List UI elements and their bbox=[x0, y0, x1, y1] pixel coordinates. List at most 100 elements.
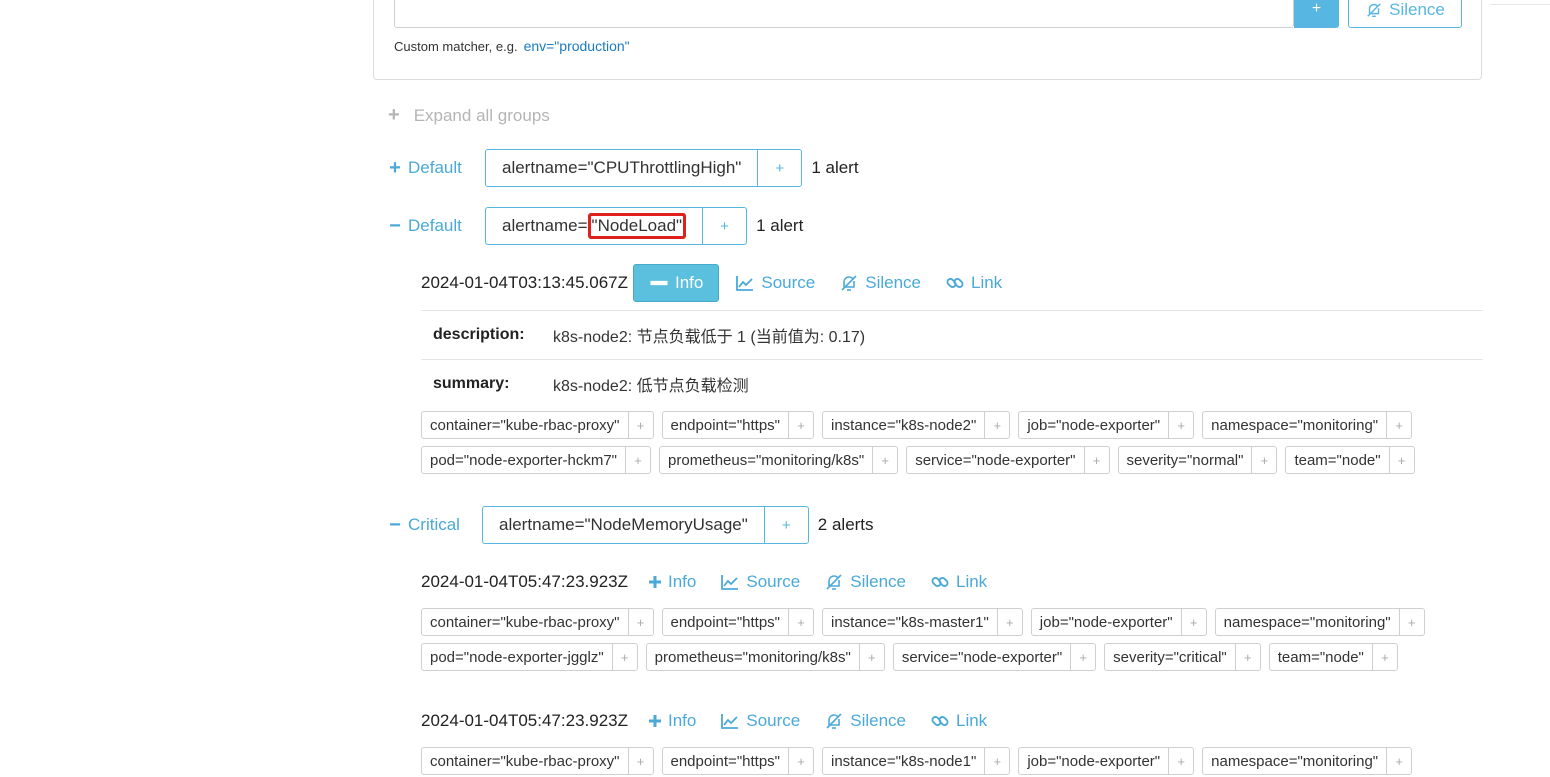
group-label: alertname="CPUThrottlingHigh" + bbox=[485, 149, 803, 187]
label-chip-text[interactable]: instance="k8s-node1" bbox=[823, 748, 984, 774]
label-chip-add-button[interactable]: + bbox=[984, 412, 1009, 438]
label-chip-add-button[interactable]: + bbox=[1398, 609, 1424, 635]
label-chip-text[interactable]: service="node-exporter" bbox=[907, 447, 1083, 473]
label-chip: pod="node-exporter-hckm7" + bbox=[421, 446, 652, 474]
group-label-add-button[interactable]: + bbox=[702, 208, 746, 244]
label-chip-text[interactable]: instance="k8s-master1" bbox=[823, 609, 997, 635]
label-chip-text[interactable]: job="node-exporter" bbox=[1032, 609, 1181, 635]
info-label: Info bbox=[668, 711, 697, 730]
label-chip-text[interactable]: prometheus="monitoring/k8s" bbox=[660, 447, 872, 473]
label-chip-add-button[interactable]: + bbox=[984, 748, 1009, 774]
info-button[interactable]: Info bbox=[648, 572, 696, 592]
permalink[interactable]: Link bbox=[930, 711, 987, 731]
label-chip-text[interactable]: pod="node-exporter-hckm7" bbox=[422, 447, 625, 473]
filter-input[interactable] bbox=[394, 0, 1294, 28]
label-chip: severity="critical" + bbox=[1104, 643, 1261, 671]
alert-labels: container="kube-rbac-proxy" + endpoint="ht… bbox=[421, 608, 1425, 636]
group-label-add-button[interactable]: + bbox=[757, 150, 801, 186]
group-toggle[interactable]: − Critical bbox=[388, 514, 482, 537]
label-chip-text[interactable]: job="node-exporter" bbox=[1019, 748, 1168, 774]
label-chip-add-button[interactable]: + bbox=[1251, 447, 1276, 473]
label-chip-text[interactable]: prometheus="monitoring/k8s" bbox=[647, 644, 859, 670]
label-chip-text[interactable]: endpoint="https" bbox=[663, 609, 788, 635]
label-chip-text[interactable]: job="node-exporter" bbox=[1019, 412, 1168, 438]
label-chip-text[interactable]: instance="k8s-node2" bbox=[823, 412, 984, 438]
label-chip-text[interactable]: namespace="monitoring" bbox=[1203, 412, 1386, 438]
annotation-key: summary: bbox=[433, 375, 510, 392]
label-chip-add-button[interactable]: + bbox=[996, 609, 1022, 635]
filter-add-button[interactable]: + bbox=[1294, 0, 1339, 28]
label-chip-text[interactable]: severity="normal" bbox=[1119, 447, 1252, 473]
minus-icon bbox=[650, 280, 668, 286]
filter-silence-label: Silence bbox=[1389, 0, 1445, 19]
bell-slash-icon bbox=[841, 275, 857, 291]
label-chip-text[interactable]: container="kube-rbac-proxy" bbox=[422, 609, 628, 635]
group-label-text[interactable]: alertname="CPUThrottlingHigh" bbox=[486, 150, 757, 186]
label-chip-add-button[interactable]: + bbox=[1180, 609, 1206, 635]
alert-row: 2024-01-04T05:47:23.923Z Info Source Sil… bbox=[421, 563, 1011, 601]
group-toggle[interactable]: − Default bbox=[388, 215, 485, 238]
label-chip-add-button[interactable]: + bbox=[858, 644, 884, 670]
label-chip-add-button[interactable]: + bbox=[1070, 644, 1095, 670]
label-chip-text[interactable]: namespace="monitoring" bbox=[1216, 609, 1399, 635]
annotation-value: k8s-node2: 节点负载低于 1 (当前值为: 0.17) bbox=[553, 329, 866, 346]
source-link[interactable]: Source bbox=[720, 572, 800, 592]
label-chip-text[interactable]: endpoint="https" bbox=[663, 412, 788, 438]
expand-all-groups[interactable]: + Expand all groups bbox=[388, 104, 550, 127]
label-chip-add-button[interactable]: + bbox=[1168, 748, 1193, 774]
minus-icon: − bbox=[389, 214, 401, 237]
label-chip-text[interactable]: severity="critical" bbox=[1105, 644, 1235, 670]
label-chip: service="node-exporter" + bbox=[906, 446, 1110, 474]
permalink[interactable]: Link bbox=[945, 273, 1002, 293]
label-chip-add-button[interactable]: + bbox=[787, 748, 813, 774]
label-chip: instance="k8s-master1" + bbox=[821, 608, 1023, 636]
label-chip-add-button[interactable]: + bbox=[1168, 412, 1193, 438]
silence-link[interactable]: Silence bbox=[824, 711, 906, 731]
label-chip-text[interactable]: endpoint="https" bbox=[663, 748, 788, 774]
label-chip-add-button[interactable]: + bbox=[872, 447, 897, 473]
source-link[interactable]: Source bbox=[735, 273, 815, 293]
label-chip-text[interactable]: pod="node-exporter-jgglz" bbox=[422, 644, 612, 670]
info-button[interactable]: Info bbox=[633, 264, 720, 302]
label-chip-add-button[interactable]: + bbox=[1371, 644, 1397, 670]
annotation-row: description: k8s-node2: 节点负载低于 1 (当前值为: … bbox=[421, 310, 1483, 359]
info-button[interactable]: Info bbox=[648, 711, 696, 731]
label-chip: prometheus="monitoring/k8s" + bbox=[645, 643, 885, 671]
group-label: alertname= "NodeLoad" + bbox=[485, 207, 748, 245]
label-chip-add-button[interactable]: + bbox=[625, 447, 650, 473]
group-label-text[interactable]: alertname= "NodeLoad" bbox=[486, 208, 702, 244]
label-chip-text[interactable]: namespace="monitoring" bbox=[1203, 748, 1386, 774]
label-chip: endpoint="https" + bbox=[661, 608, 814, 636]
label-chip-text[interactable]: container="kube-rbac-proxy" bbox=[422, 412, 628, 438]
source-link[interactable]: Source bbox=[720, 711, 800, 731]
filter-silence-button[interactable]: Silence bbox=[1348, 0, 1462, 28]
alert-row: 2024-01-04T05:47:23.923Z Info Source Sil… bbox=[421, 702, 1011, 740]
label-chip-text[interactable]: container="kube-rbac-proxy" bbox=[422, 748, 628, 774]
label-chip-text[interactable]: service="node-exporter" bbox=[894, 644, 1070, 670]
group-label-text[interactable]: alertname="NodeMemoryUsage" bbox=[483, 507, 764, 543]
label-chip-add-button[interactable]: + bbox=[627, 609, 653, 635]
label-chip-add-button[interactable]: + bbox=[627, 748, 653, 774]
plus-icon: + bbox=[388, 104, 400, 126]
group-toggle[interactable]: + Default bbox=[388, 157, 485, 180]
silence-link[interactable]: Silence bbox=[839, 273, 921, 293]
label-chip-add-button[interactable]: + bbox=[627, 412, 653, 438]
label-chip-add-button[interactable]: + bbox=[611, 644, 637, 670]
alert-labels: container="kube-rbac-proxy" + endpoint="ht… bbox=[421, 747, 1413, 775]
group-label-add-button[interactable]: + bbox=[763, 507, 808, 543]
label-chip-add-button[interactable]: + bbox=[1083, 447, 1109, 473]
silence-label: Silence bbox=[865, 273, 921, 292]
label-chip-add-button[interactable]: + bbox=[787, 609, 813, 635]
label-chip-text[interactable]: team="node" bbox=[1286, 447, 1388, 473]
label-chip-add-button[interactable]: + bbox=[1388, 447, 1414, 473]
label-chip-add-button[interactable]: + bbox=[787, 412, 813, 438]
label-chip-add-button[interactable]: + bbox=[1386, 748, 1411, 774]
label-chip-add-button[interactable]: + bbox=[1386, 412, 1411, 438]
label-chip-text[interactable]: team="node" bbox=[1270, 644, 1372, 670]
annotation-key: description: bbox=[433, 326, 525, 343]
bell-slash-icon bbox=[1367, 3, 1381, 18]
permalink[interactable]: Link bbox=[930, 572, 987, 592]
plus-icon: + bbox=[389, 156, 401, 179]
silence-link[interactable]: Silence bbox=[824, 572, 906, 592]
label-chip-add-button[interactable]: + bbox=[1234, 644, 1260, 670]
